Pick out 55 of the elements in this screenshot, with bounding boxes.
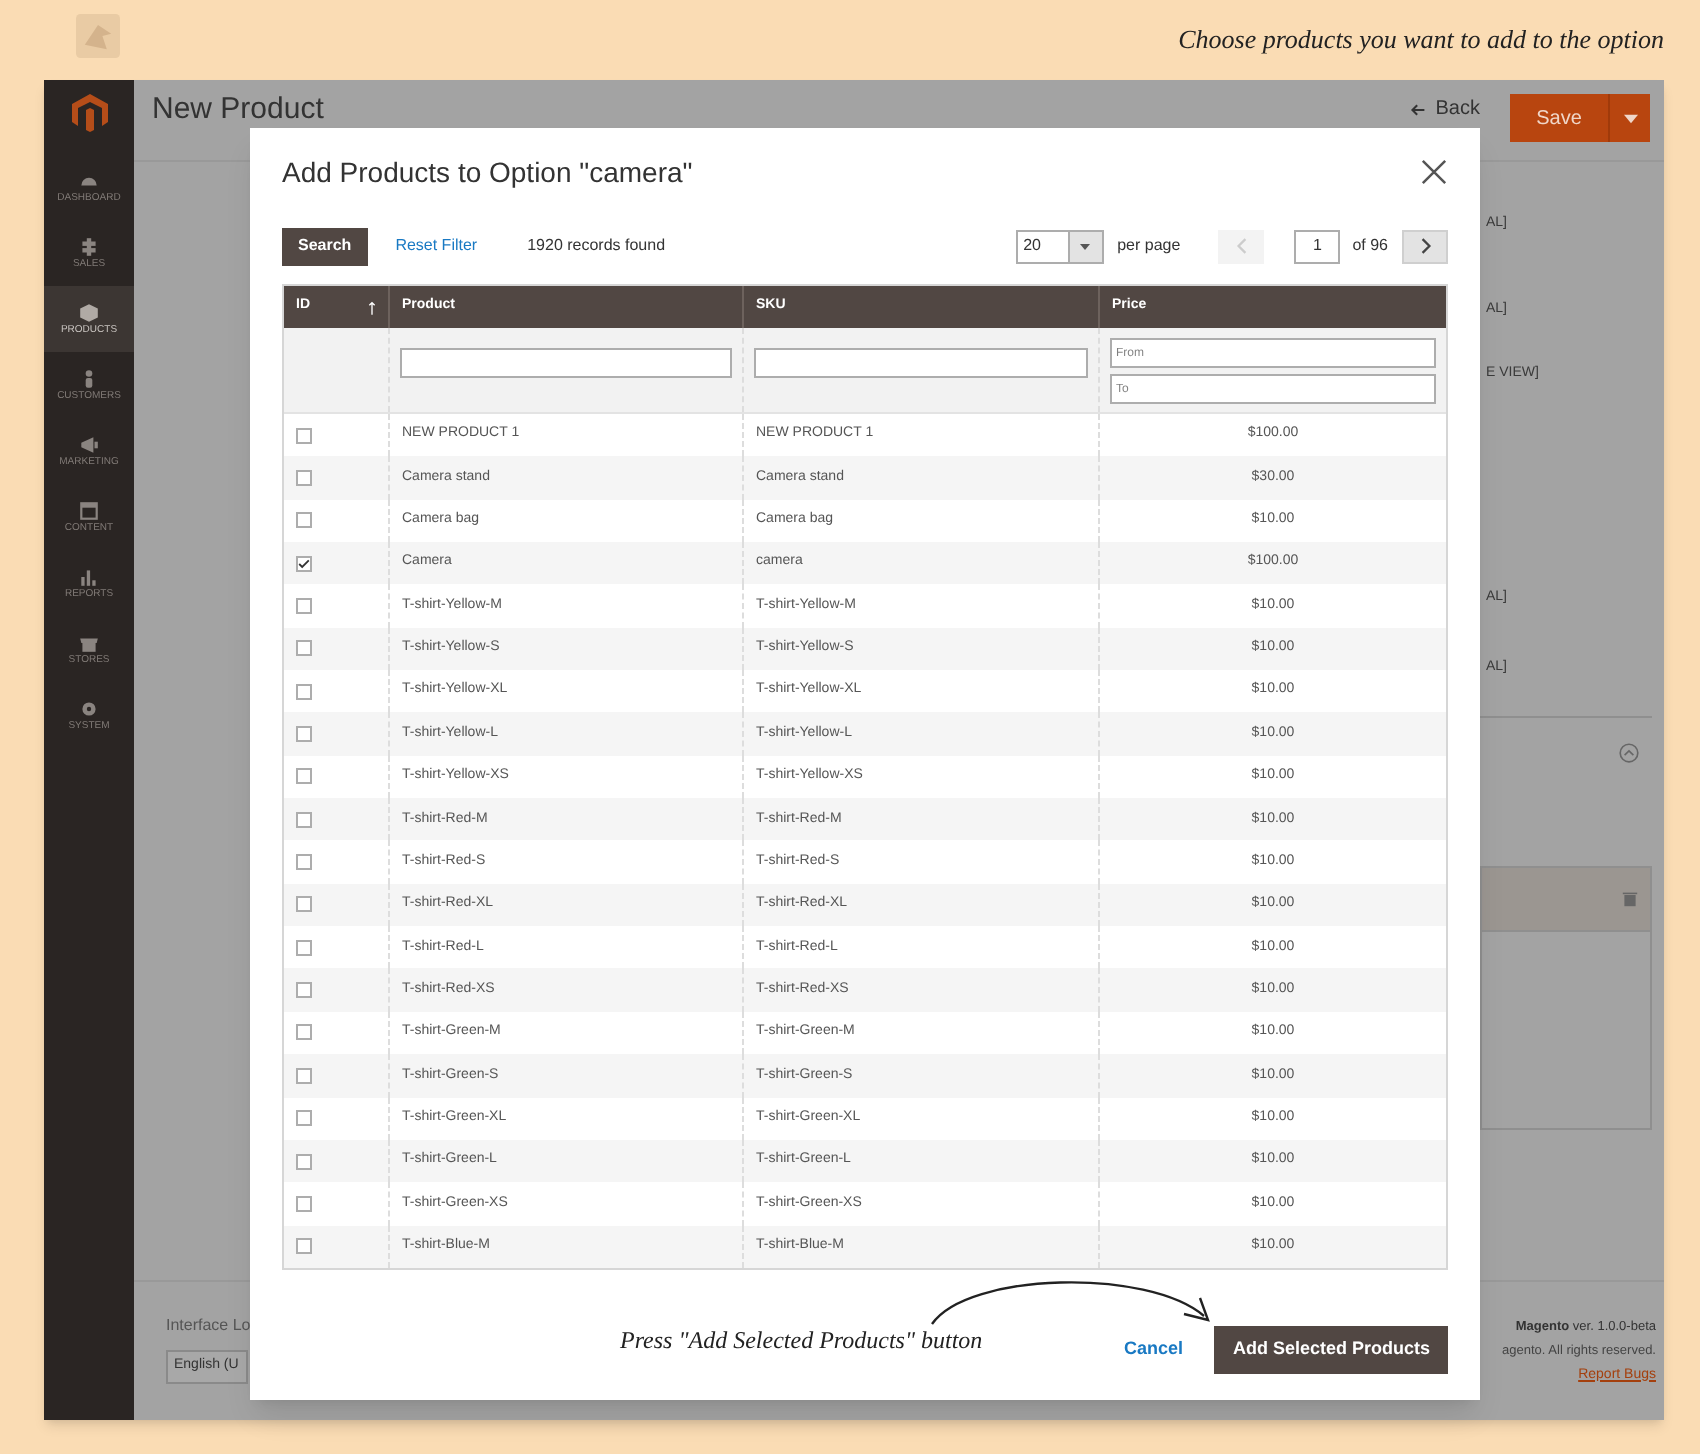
per-page-label: per page: [1117, 234, 1181, 258]
caret-down-icon: [1080, 243, 1091, 249]
save-button[interactable]: Save: [1510, 94, 1650, 142]
row-checkbox[interactable]: [296, 811, 312, 828]
row-checkbox[interactable]: [296, 683, 312, 700]
caption-text: Choose products you want to add to the option: [1178, 22, 1664, 58]
layout-icon: [78, 500, 100, 522]
row-checkbox[interactable]: [296, 640, 312, 657]
cancel-link[interactable]: Cancel: [1123, 1336, 1183, 1364]
row-checkbox[interactable]: [296, 470, 312, 487]
filter-input[interactable]: [754, 347, 1088, 377]
row-checkbox[interactable]: [296, 768, 312, 785]
next-page-button[interactable]: [1402, 229, 1448, 263]
row-checkbox[interactable]: [296, 726, 312, 743]
annotation-text: Press "Add Selected Products" button: [620, 1324, 983, 1358]
row-checkbox[interactable]: [296, 982, 312, 999]
row-checkbox[interactable]: [296, 1024, 312, 1041]
megaphone-icon: [78, 434, 100, 456]
back-link[interactable]: Back: [1409, 94, 1480, 124]
row-checkbox[interactable]: [296, 427, 312, 444]
records-count: 1920 records found: [527, 234, 666, 258]
row-checkbox[interactable]: [296, 598, 312, 615]
logo-icon: [76, 14, 120, 58]
row-checkbox[interactable]: [296, 1110, 312, 1127]
row-checkbox[interactable]: [296, 1195, 312, 1212]
modal-title: Add Products to Option "camera": [282, 153, 695, 192]
field-label: Interface Lo: [166, 1314, 251, 1338]
per-page-select[interactable]: 20: [1015, 229, 1104, 263]
add-selected-products-button[interactable]: Add Selected Products: [1214, 1325, 1448, 1374]
box-icon: [78, 302, 100, 324]
page-input[interactable]: 1: [1294, 229, 1341, 263]
row-checkbox[interactable]: [296, 896, 312, 913]
row-checkbox[interactable]: [296, 1067, 312, 1084]
row-checkbox[interactable]: [296, 854, 312, 871]
arrow-left-icon: [1409, 101, 1426, 117]
page-count: of 96: [1352, 234, 1388, 258]
previous-page-icon: [1235, 238, 1248, 254]
row-checkbox[interactable]: [296, 1238, 312, 1255]
page-title: New Product: [152, 94, 324, 126]
close-icon: [1420, 158, 1448, 186]
collapse-icon: [1618, 742, 1640, 764]
reset-filter-link[interactable]: Reset Filter: [395, 234, 478, 258]
row-checkbox[interactable]: [296, 1153, 312, 1170]
close-button[interactable]: [1420, 158, 1448, 186]
checkmark-icon: [298, 557, 310, 570]
trash-icon: [1622, 890, 1638, 908]
bar-chart-icon: [78, 566, 100, 588]
caret-down-icon: [1623, 113, 1637, 123]
search-button[interactable]: Search: [282, 227, 368, 265]
row-checkbox[interactable]: [296, 555, 312, 572]
next-page-icon: [1419, 238, 1431, 254]
row-checkbox[interactable]: [296, 512, 312, 529]
logo-icon: [69, 90, 109, 134]
row-checkbox[interactable]: [296, 939, 312, 956]
filter-input[interactable]: [400, 347, 732, 377]
